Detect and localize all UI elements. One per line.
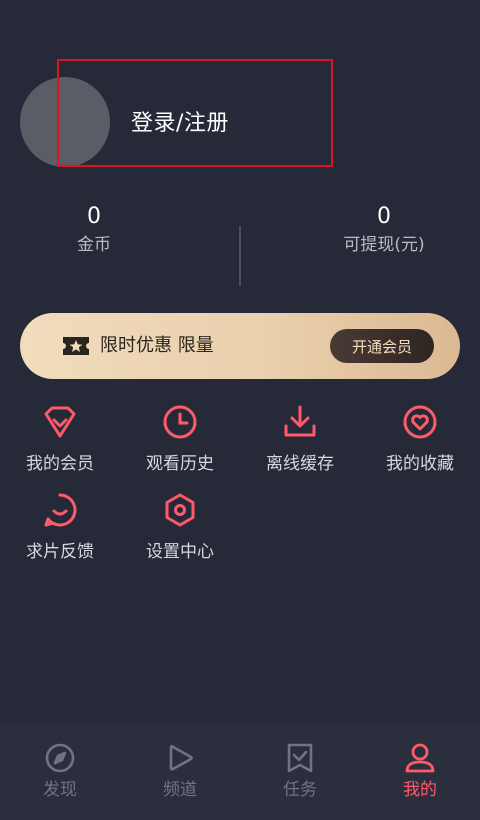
tab-label: 频道 — [163, 780, 197, 800]
tab-label: 任务 — [283, 780, 317, 800]
menu-watch-history[interactable]: 观看历史 — [120, 404, 240, 476]
stats-divider — [239, 226, 241, 286]
tab-label: 我的 — [403, 780, 437, 800]
compass-icon — [45, 743, 75, 773]
tab-channels[interactable]: 频道 — [120, 742, 240, 802]
coins-stat[interactable]: 0 金币 — [0, 202, 194, 258]
tab-label: 发现 — [43, 780, 77, 800]
profile-page: 登录/注册 0 金币 0 可提现(元) 限时优惠 限量 开通会员 我的会员 观看… — [0, 0, 480, 820]
menu-label: 观看历史 — [146, 454, 214, 474]
tab-discover[interactable]: 发现 — [0, 742, 120, 802]
chat-bubble-icon — [44, 493, 77, 527]
menu-label: 求片反馈 — [26, 542, 94, 562]
menu-label: 我的会员 — [26, 454, 94, 474]
open-vip-button[interactable]: 开通会员 — [330, 329, 434, 363]
vip-promo-banner[interactable]: 限时优惠 限量 开通会员 — [20, 313, 460, 379]
coins-value: 0 — [87, 204, 101, 229]
menu-settings-center[interactable]: 设置中心 — [120, 492, 240, 564]
menu-request-feedback[interactable]: 求片反馈 — [0, 492, 120, 564]
login-register-link[interactable]: 登录/注册 — [131, 110, 229, 138]
diamond-icon — [44, 406, 76, 438]
hexagon-settings-icon — [165, 493, 195, 527]
play-icon — [169, 744, 193, 771]
menu-label: 离线缓存 — [266, 454, 334, 474]
clock-icon — [163, 405, 197, 439]
withdrawable-label: 可提现(元) — [343, 235, 425, 255]
ticket-star-icon — [63, 337, 89, 355]
tab-mine[interactable]: 我的 — [360, 742, 480, 802]
heart-icon — [403, 405, 437, 439]
promo-text: 限时优惠 限量 — [100, 335, 214, 356]
menu-label: 设置中心 — [146, 542, 214, 562]
download-icon — [284, 405, 316, 437]
bottom-tab-bar: 发现 频道 任务 我的 — [0, 724, 480, 820]
menu-offline-cache[interactable]: 离线缓存 — [240, 404, 360, 476]
withdrawable-value: 0 — [377, 204, 391, 229]
task-check-icon — [287, 743, 313, 773]
menu-my-vip[interactable]: 我的会员 — [0, 404, 120, 476]
tab-tasks[interactable]: 任务 — [240, 742, 360, 802]
withdrawable-stat[interactable]: 0 可提现(元) — [284, 202, 480, 258]
menu-label: 我的收藏 — [386, 454, 454, 474]
coins-label: 金币 — [77, 235, 111, 255]
menu-my-favorites[interactable]: 我的收藏 — [360, 404, 480, 476]
user-icon — [405, 743, 435, 773]
